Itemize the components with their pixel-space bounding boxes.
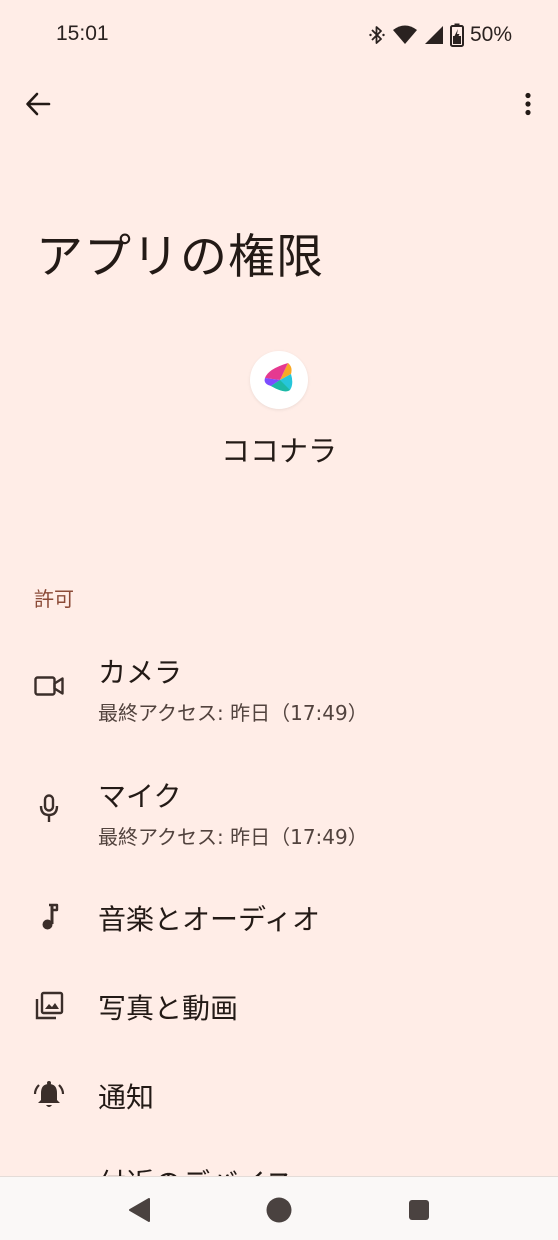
permission-title: 写真と動画 (98, 992, 239, 1025)
more-vert-icon (524, 92, 532, 120)
permission-subtitle: 最終アクセス: 昨日（17:49） (98, 701, 368, 725)
battery-charging-icon (449, 23, 464, 47)
status-time: 15:01 (56, 22, 109, 45)
wifi-icon (392, 24, 418, 46)
permission-subtitle: 最終アクセス: 昨日（17:49） (98, 825, 368, 849)
system-navigation-bar (0, 1176, 558, 1240)
videocam-icon (32, 669, 66, 703)
coconala-logo-icon (260, 359, 298, 401)
permission-title: カメラ (98, 656, 183, 689)
permission-row-music-audio[interactable]: 音楽とオーディオ (0, 880, 558, 956)
photo-library-icon (32, 989, 66, 1023)
permission-title: 音楽とオーディオ (98, 903, 321, 936)
permission-row-notifications[interactable]: 通知 (0, 1058, 558, 1134)
page-title: アプリの権限 (36, 230, 324, 285)
permission-title: 通知 (98, 1081, 155, 1114)
bluetooth-icon (368, 24, 386, 46)
back-button[interactable] (16, 84, 60, 128)
status-bar: 15:01 50% (0, 0, 558, 70)
status-icons: 50% (368, 22, 512, 48)
mic-icon (32, 792, 66, 826)
permission-row-photos-videos[interactable]: 写真と動画 (0, 969, 558, 1045)
permission-row-microphone[interactable]: マイク 最終アクセス: 昨日（17:49） (0, 764, 558, 864)
permission-row-camera[interactable]: カメラ 最終アクセス: 昨日（17:49） (0, 640, 558, 740)
music-note-icon (32, 900, 66, 934)
app-name: ココナラ (220, 434, 337, 468)
more-options-button[interactable] (510, 84, 546, 128)
nav-home-icon[interactable] (264, 1195, 294, 1225)
battery-percentage: 50% (469, 23, 512, 46)
app-icon (250, 351, 308, 409)
nav-recents-icon[interactable] (404, 1195, 434, 1225)
permission-title: マイク (98, 780, 182, 813)
nav-back-icon[interactable] (124, 1195, 154, 1225)
section-header-allowed: 許可 (34, 587, 74, 611)
notifications-active-icon (32, 1078, 66, 1112)
signal-icon (424, 24, 444, 46)
arrow-back-icon (25, 91, 51, 121)
